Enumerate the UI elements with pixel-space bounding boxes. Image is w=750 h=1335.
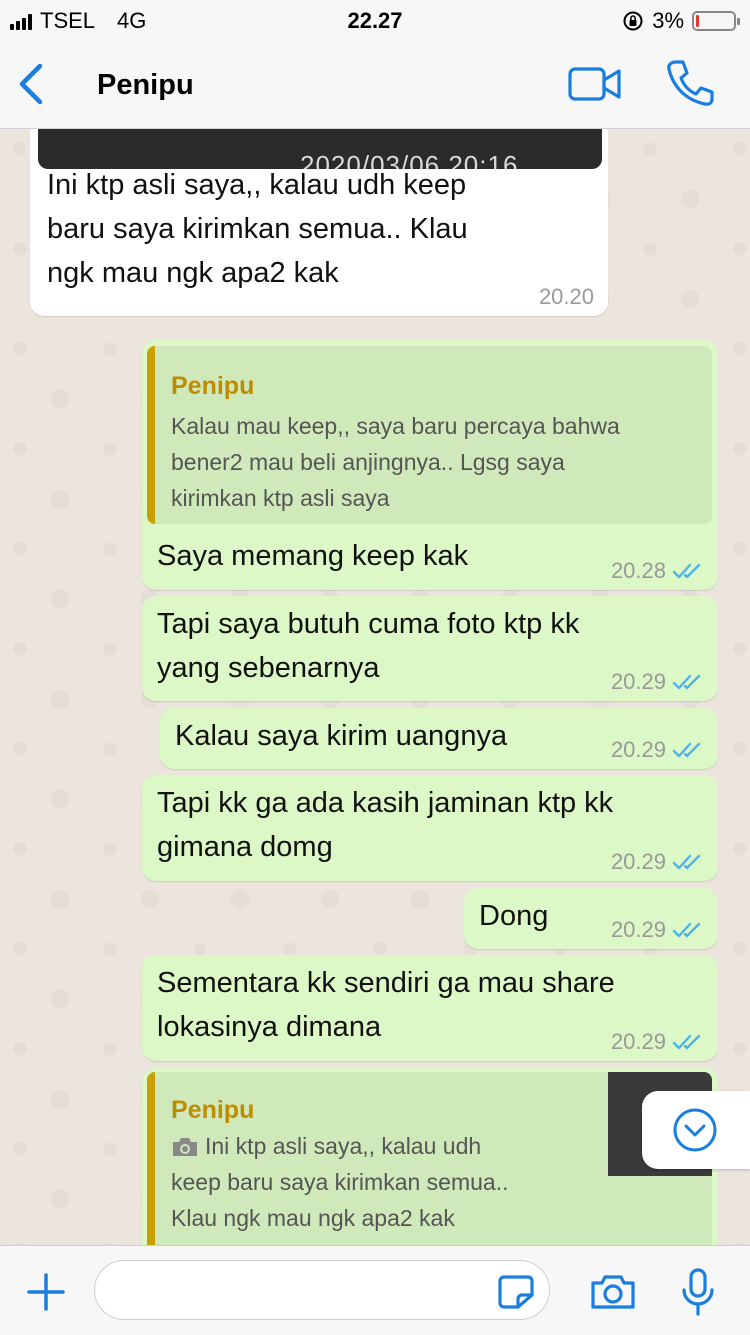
- message-text: Tapi kk ga ada kasih jaminan ktp kk gima…: [157, 787, 614, 863]
- sticker-icon[interactable]: [498, 1275, 534, 1309]
- contact-name[interactable]: Penipu: [97, 69, 194, 102]
- message-incoming[interactable]: 2020/03/06 20:16 Ini ktp asli saya,, kal…: [30, 129, 608, 316]
- quoted-author: Penipu: [171, 372, 255, 400]
- quoted-reply[interactable]: Penipu Kalau mau keep,, saya baru percay…: [147, 346, 712, 524]
- quoted-reply[interactable]: Penipu Ini ktp asli saya,, kalau udh kee…: [147, 1072, 712, 1245]
- video-call-icon[interactable]: [568, 64, 622, 104]
- message-text: Kalau saya kirim uangnya: [175, 720, 508, 752]
- phone-icon[interactable]: [664, 58, 716, 108]
- status-right: 3%: [622, 8, 740, 34]
- message-meta: 20.29: [611, 917, 704, 943]
- message-meta: 20.29: [611, 669, 704, 695]
- composer-bar: [0, 1245, 750, 1335]
- message-time: 20.28: [610, 558, 666, 583]
- double-check-icon: [672, 563, 701, 579]
- scroll-to-bottom-button[interactable]: [642, 1091, 750, 1169]
- quoted-text: Kalau mau keep,, saya baru percaya bahwa…: [171, 413, 620, 511]
- status-bar: TSEL 4G 22.27 3%: [0, 0, 750, 40]
- back-chevron-icon[interactable]: [14, 60, 50, 108]
- message-outgoing[interactable]: Tapi kk ga ada kasih jaminan ktp kk gima…: [142, 775, 718, 881]
- rotation-lock-icon: [623, 11, 643, 31]
- message-outgoing[interactable]: Dong 20.29: [464, 888, 718, 949]
- message-time: 20.29: [610, 669, 666, 694]
- microphone-icon[interactable]: [680, 1268, 716, 1316]
- message-text: Saya memang keep kak: [157, 540, 469, 572]
- message-text: Ini ktp asli saya,, kalau udh keep baru …: [47, 169, 468, 289]
- message-meta: 20.29: [611, 1029, 704, 1055]
- message-list[interactable]: 2020/03/06 20:16 Ini ktp asli saya,, kal…: [0, 129, 750, 1245]
- double-check-icon: [672, 854, 701, 870]
- message-text: Dong: [479, 900, 549, 932]
- message-meta: 20.29: [611, 737, 704, 763]
- battery-icon: [692, 11, 740, 31]
- double-check-icon: [672, 1034, 701, 1050]
- chat-header: Penipu: [0, 40, 750, 129]
- double-check-icon: [672, 742, 701, 758]
- message-outgoing[interactable]: Kalau saya kirim uangnya 20.29: [160, 708, 718, 769]
- message-time: 20.20: [538, 284, 594, 309]
- plus-icon[interactable]: [26, 1272, 66, 1312]
- message-time: 20.29: [610, 917, 666, 942]
- double-check-icon: [672, 674, 701, 690]
- message-text: Tapi saya butuh cuma foto ktp kk yang se…: [157, 608, 580, 684]
- quoted-text: Ini ktp asli saya,, kalau udh keep baru …: [171, 1133, 509, 1231]
- scroll-down-icon: [673, 1108, 717, 1152]
- message-meta: 20.28: [611, 558, 704, 584]
- battery-percent: 3%: [652, 8, 684, 33]
- message-time: 20.29: [610, 1029, 666, 1054]
- message-time: 20.29: [610, 737, 666, 762]
- message-outgoing[interactable]: Penipu Kalau mau keep,, saya baru percay…: [142, 340, 718, 590]
- message-text: Sementara kk sendiri ga mau share lokasi…: [157, 967, 615, 1043]
- message-time: 20.29: [610, 849, 666, 874]
- quoted-author: Penipu: [171, 1096, 255, 1124]
- message-input[interactable]: [94, 1260, 550, 1320]
- message-outgoing[interactable]: Sementara kk sendiri ga mau share lokasi…: [142, 955, 718, 1061]
- double-check-icon: [672, 922, 701, 938]
- message-meta: 20.29: [611, 849, 704, 875]
- message-outgoing[interactable]: Tapi saya butuh cuma foto ktp kk yang se…: [142, 596, 718, 701]
- camera-icon[interactable]: [590, 1274, 636, 1310]
- message-outgoing[interactable]: Penipu Ini ktp asli saya,, kalau udh kee…: [142, 1068, 718, 1245]
